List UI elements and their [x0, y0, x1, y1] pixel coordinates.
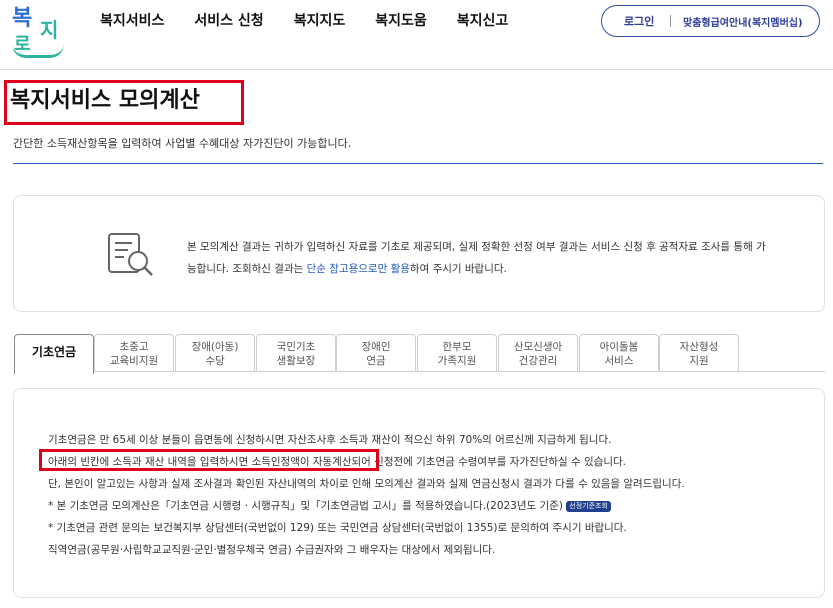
notice-line-2-highlight: 단순 참고용으로만 활용 — [306, 263, 410, 275]
content-line-3: 단, 본인이 알고있는 사항과 실제 조사결과 확인된 자산내역의 차이로 인해… — [48, 478, 685, 490]
auth-box: 로그인 맞춤형급여안내(복지멤버십) — [601, 5, 820, 37]
tab-label-line2: 건강관리 — [518, 355, 558, 367]
tab-label-line1: 초중고 — [119, 341, 149, 353]
tab-label-line2: 생활보장 — [276, 355, 316, 367]
tab-label-line2: 지원 — [689, 355, 709, 367]
content-line-6: 직역연금(공무원·사립학교교직원·군인·별정우체국 연금) 수급권자와 그 배우… — [48, 544, 496, 556]
tab-label-line1: 한부모 — [442, 341, 472, 353]
tab-label-line1: 자산형성 — [679, 341, 719, 353]
nav-item-welfare-map[interactable]: 복지지도 — [294, 11, 346, 31]
tab-label-line1: 산모신생아 — [513, 341, 563, 353]
content-line-1: 기초연금은 만 65세 이상 분들이 읍면동에 신청하시면 자산조사후 소득과 … — [48, 434, 612, 446]
logo-swoosh — [12, 44, 64, 58]
content-line-4: * 본 기초연금 모의계산은「기초연금 시행령 · 시행규칙」및「기초연금법 고… — [48, 499, 611, 513]
notice-line-2-before: 능합니다. 조회하신 결과는 — [187, 263, 307, 275]
tab-basic-pension[interactable]: 기초연금 — [14, 334, 94, 374]
criteria-lookup-button[interactable]: 선정기준조회 — [566, 500, 611, 512]
notice-line-2-after: 하여 주시기 바랍니다. — [409, 263, 507, 275]
tab-label-line2: 연금 — [366, 355, 386, 367]
nav-item-welfare-service[interactable]: 복지서비스 — [100, 11, 164, 31]
tab-label-line2: 가족지원 — [437, 355, 477, 367]
tabs-divider — [94, 371, 825, 372]
document-search-icon — [108, 233, 153, 276]
tab-label-line2: 교육비지원 — [109, 355, 159, 367]
notice-text: 본 모의계산 결과는 귀하가 입력하신 자료를 기초로 제공되며, 실제 정확한… — [187, 236, 807, 280]
tab-label: 기초연금 — [31, 345, 77, 359]
tab-asset-building[interactable]: 자산형성 지원 — [659, 334, 739, 372]
tab-child-care-service[interactable]: 아이돌봄 서비스 — [579, 334, 659, 372]
notice-box: 본 모의계산 결과는 귀하가 입력하신 자료를 기초로 제공되며, 실제 정확한… — [13, 195, 825, 312]
nav-item-welfare-report[interactable]: 복지신고 — [457, 11, 509, 31]
page-title: 복지서비스 모의계산 — [10, 88, 200, 113]
tab-maternal-newborn-care[interactable]: 산모신생아 건강관리 — [498, 334, 578, 372]
tab-disability-pension[interactable]: 장애인 연금 — [336, 334, 416, 372]
tab-basic-livelihood[interactable]: 국민기초 생활보장 — [256, 334, 336, 372]
main-nav: 복지서비스 서비스 신청 복지지도 복지도움 복지신고 — [100, 11, 538, 31]
tab-label-line2: 수당 — [205, 355, 225, 367]
logo[interactable]: 복 지 로 — [10, 4, 72, 60]
tab-label-line1: 아이돌봄 — [599, 341, 639, 353]
membership-guide-link[interactable]: 맞춤형급여안내(복지멤버십) — [683, 14, 803, 29]
tab-label-line1: 국민기초 — [276, 341, 316, 353]
tab-disability-child-allowance[interactable]: 장애(아동) 수당 — [175, 334, 255, 372]
page-subtitle: 간단한 소득재산항목을 입력하여 사업별 수혜대상 자가진단이 가능합니다. — [13, 137, 352, 150]
title-divider — [13, 163, 823, 164]
tab-label-line2: 서비스 — [604, 355, 634, 367]
tab-school-education-support[interactable]: 초중고 교육비지원 — [94, 334, 174, 372]
logo-text-2: 지 — [40, 18, 59, 42]
auth-divider — [670, 15, 671, 27]
notice-line-1: 본 모의계산 결과는 귀하가 입력하신 자료를 기초로 제공되며, 실제 정확한… — [187, 241, 766, 253]
content-highlight-box — [39, 449, 379, 471]
tab-label-line1: 장애인 — [361, 341, 391, 353]
content-line-5: * 기초연금 관련 문의는 보건복지부 상담센터(국번없이 129) 또는 국민… — [48, 522, 627, 534]
login-link[interactable]: 로그인 — [624, 13, 664, 29]
tab-single-parent-support[interactable]: 한부모 가족지원 — [417, 334, 497, 372]
site-header: 복 지 로 복지서비스 서비스 신청 복지지도 복지도움 복지신고 로그인 맞춤… — [0, 0, 833, 70]
tab-label-line1: 장애(아동) — [191, 341, 239, 353]
content-box: 기초연금은 만 65세 이상 분들이 읍면동에 신청하시면 자산조사후 소득과 … — [13, 388, 825, 598]
nav-item-service-apply[interactable]: 서비스 신청 — [194, 11, 263, 31]
content-line-4-text: * 본 기초연금 모의계산은「기초연금 시행령 · 시행규칙」및「기초연금법 고… — [48, 500, 563, 512]
logo-text-1: 복 — [12, 6, 33, 31]
nav-item-welfare-help[interactable]: 복지도움 — [375, 11, 427, 31]
